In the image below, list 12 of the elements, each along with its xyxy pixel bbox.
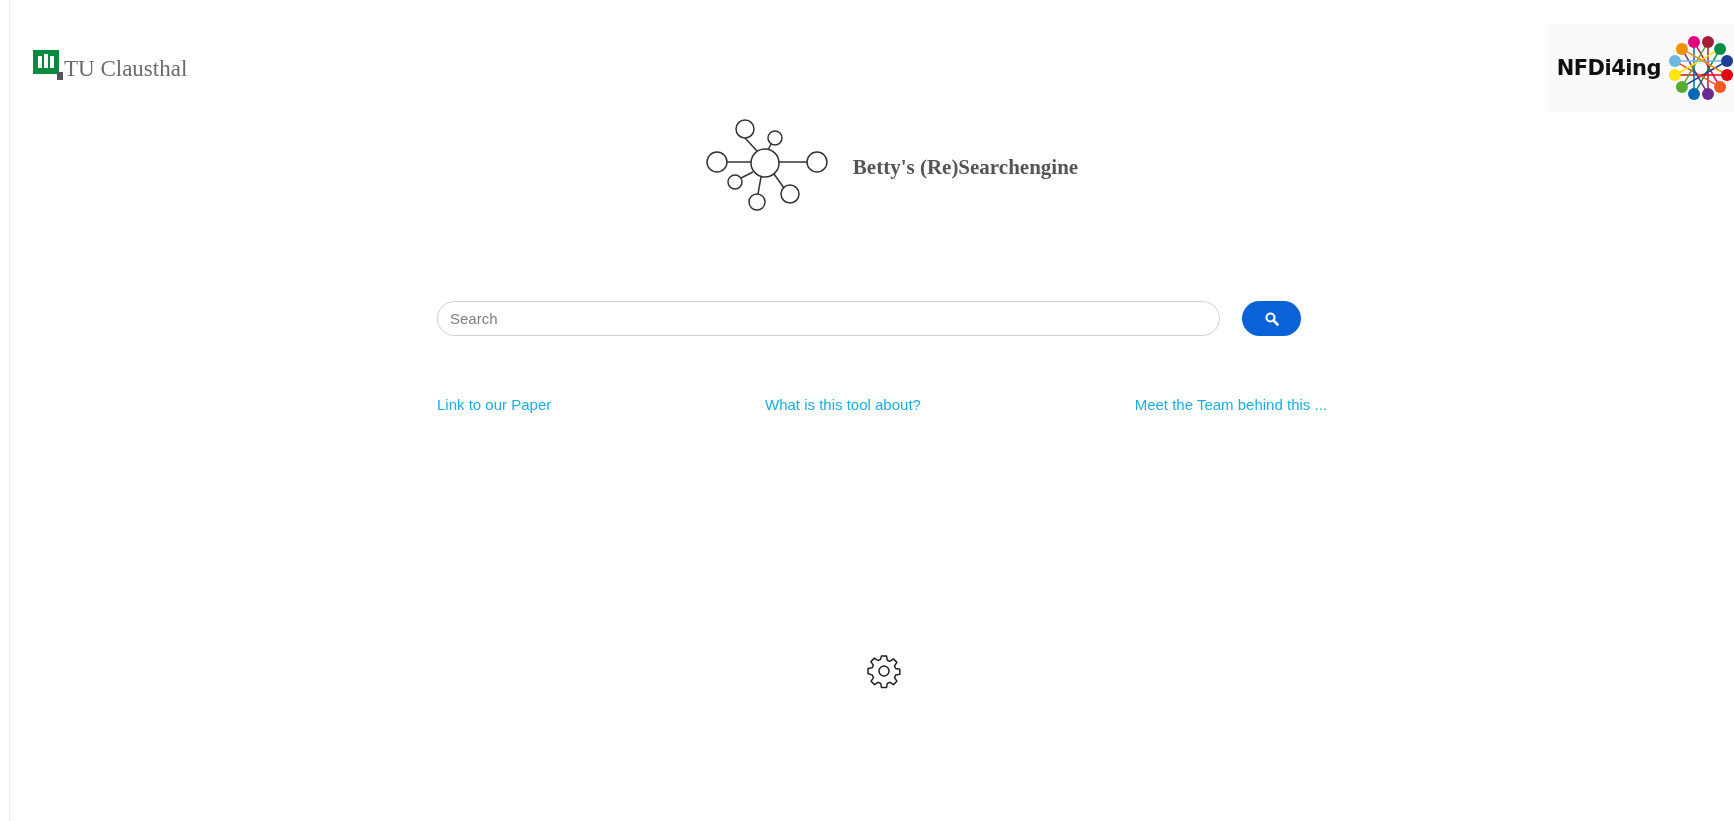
settings-icon[interactable] [865, 653, 902, 689]
logo-text: NFDi4ing [1556, 56, 1661, 80]
search-button[interactable] [1242, 301, 1301, 336]
nav-link[interactable]: Meet the Team behind this ... [1134, 396, 1327, 413]
search-icon [1264, 311, 1279, 326]
nav-link[interactable]: What is this tool about? [765, 396, 921, 413]
colorful-network-icon [1667, 34, 1734, 102]
logo-text: TU Clausthal [64, 58, 188, 80]
search-field[interactable]: Search [437, 301, 1220, 336]
nav-link[interactable]: Link to our Paper [437, 396, 552, 413]
site-title: Betty's (Re)Searchengine [852, 154, 1079, 180]
crest-icon [33, 50, 63, 80]
